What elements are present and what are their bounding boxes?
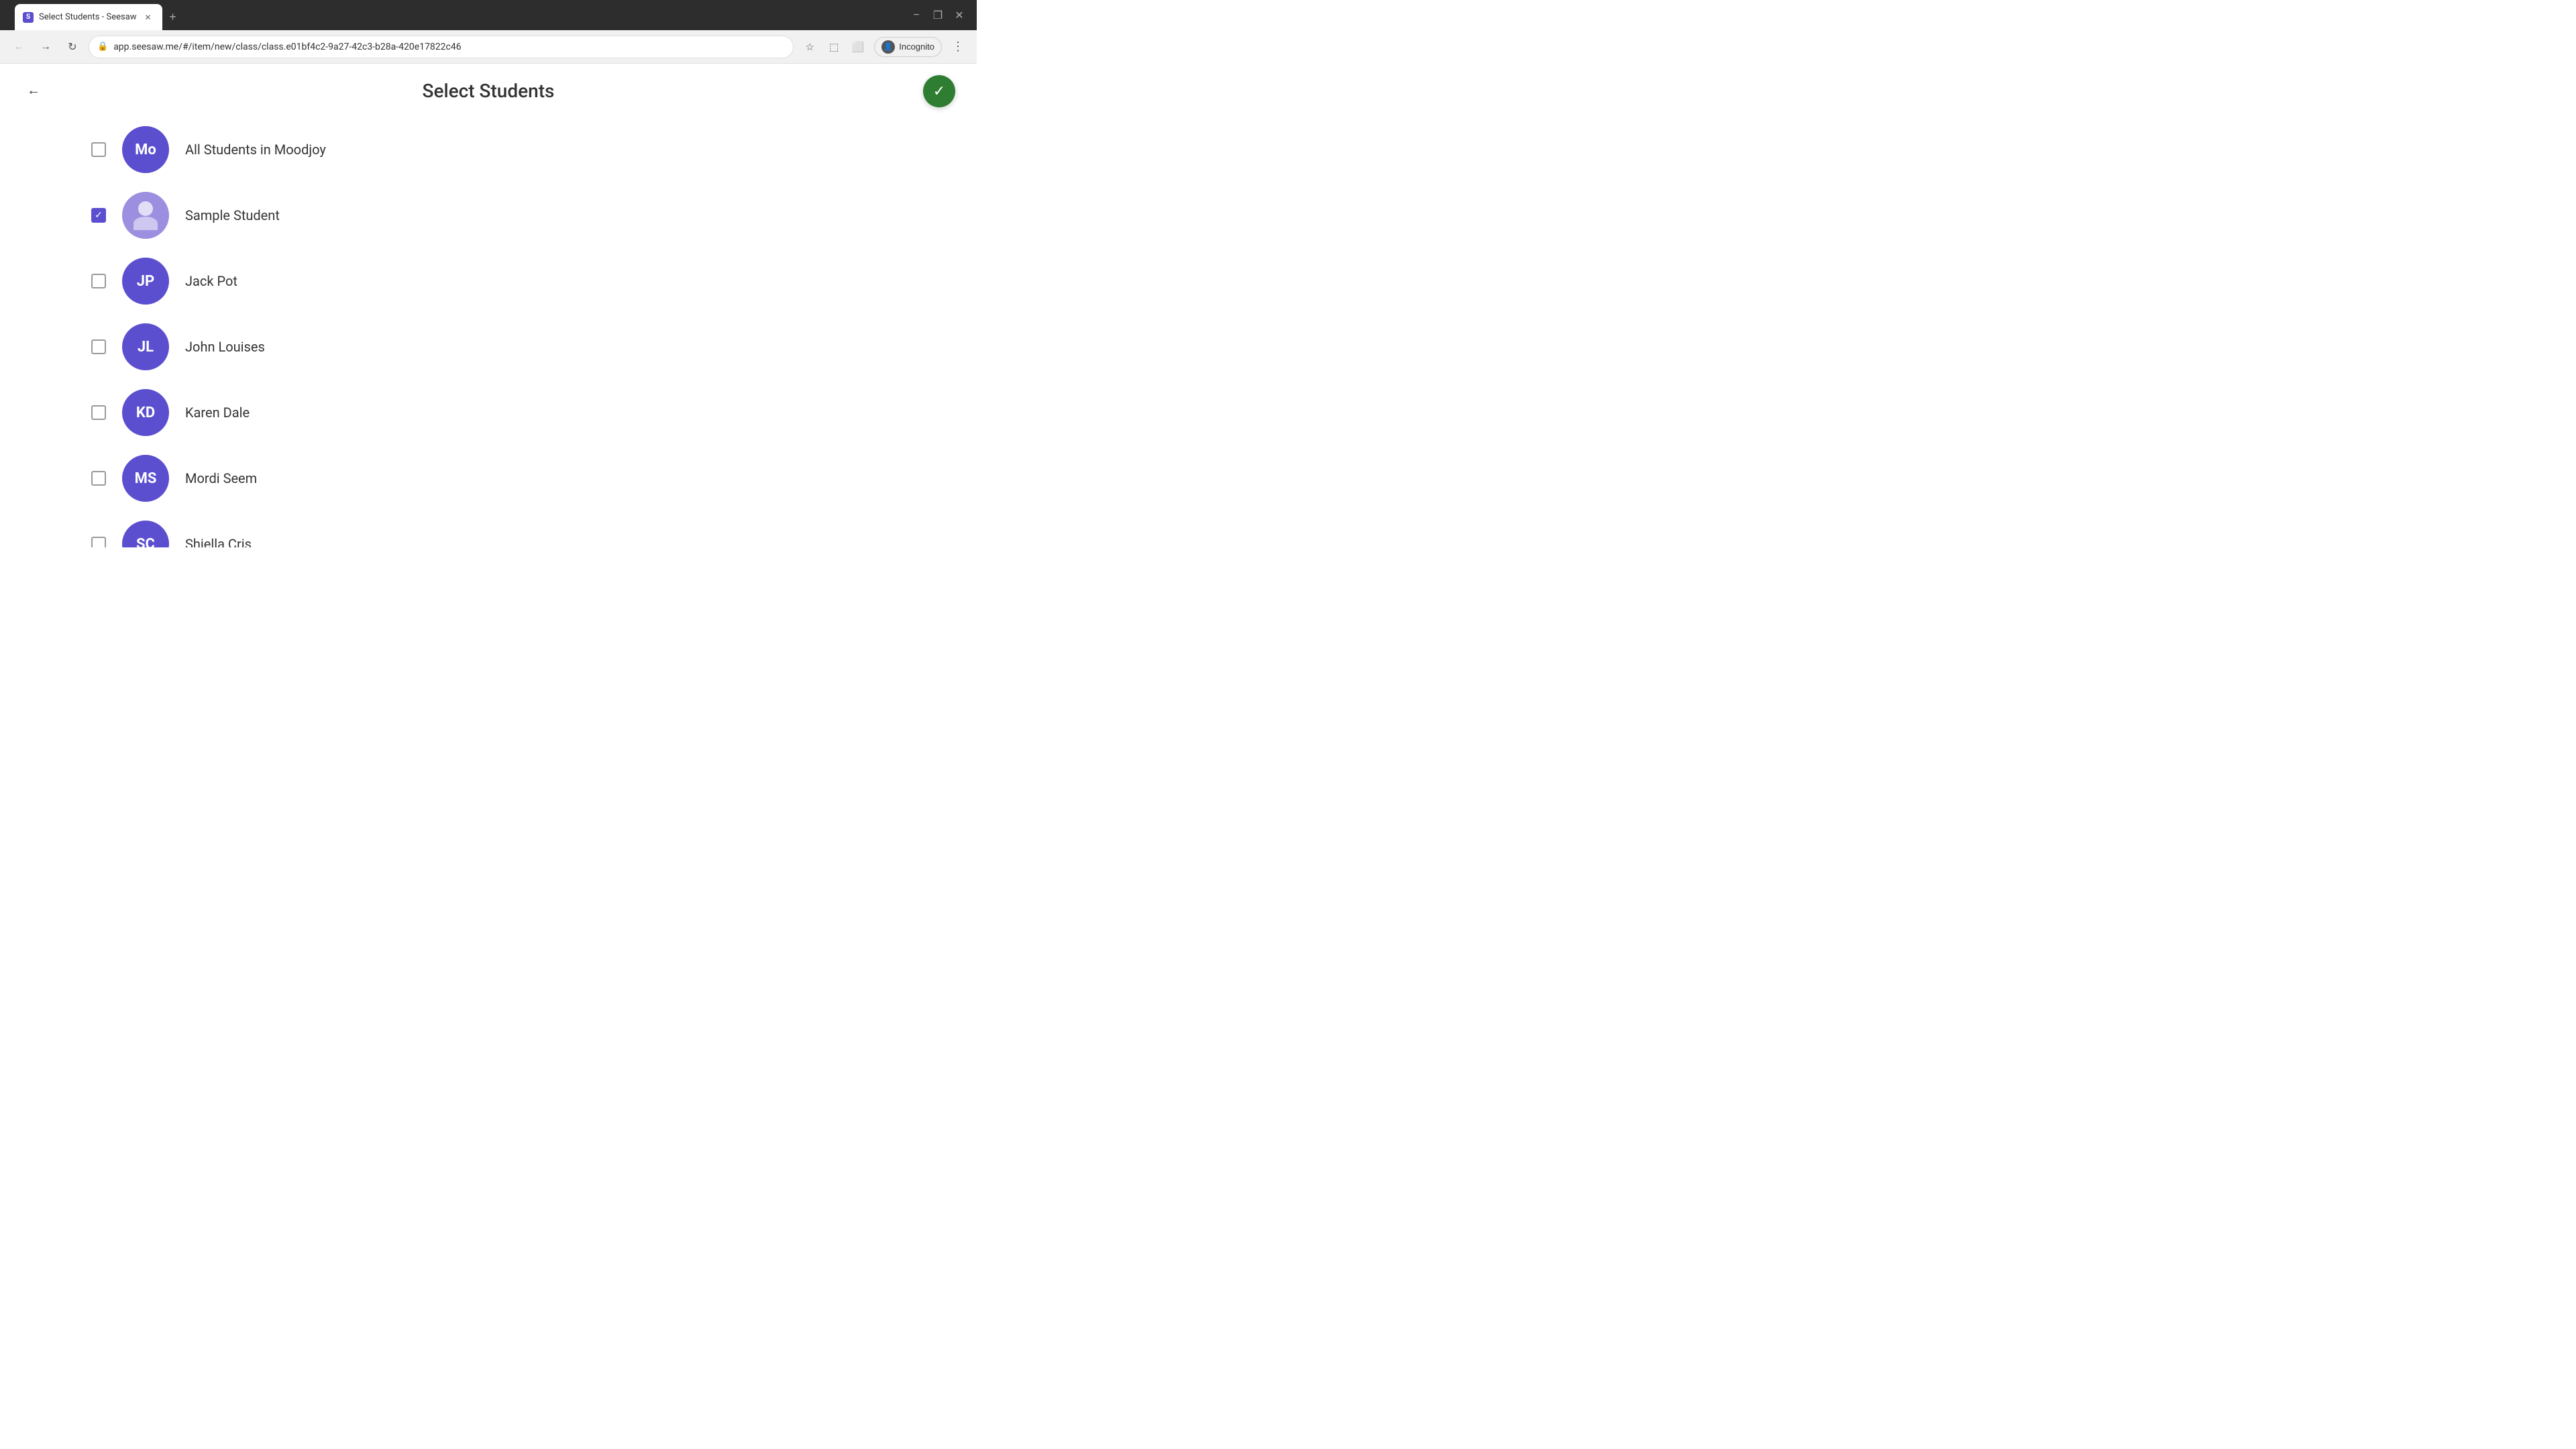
browser-menu-button[interactable]: ⋮ — [947, 36, 969, 58]
student-name: Sample Student — [185, 207, 280, 223]
avatar: KD — [122, 389, 169, 436]
incognito-button[interactable]: 👤 Incognito — [874, 37, 942, 57]
extensions-button[interactable]: ⬚ — [823, 36, 845, 58]
minimize-button[interactable]: − — [907, 6, 926, 25]
list-item[interactable]: JL John Louises — [80, 315, 896, 378]
profiles-button[interactable]: ⬜ — [847, 36, 869, 58]
shiella-cris-checkbox[interactable] — [91, 537, 106, 547]
address-bar[interactable]: 🔒 app.seesaw.me/#/item/new/class/class.e… — [89, 36, 794, 58]
tab-title: Select Students - Seesaw — [39, 12, 137, 22]
student-name: Mordi Seem — [185, 470, 257, 486]
incognito-icon: 👤 — [881, 40, 895, 54]
back-button[interactable]: ← — [21, 79, 46, 103]
lock-icon: 🔒 — [97, 42, 108, 52]
window-controls: − ❐ ✕ — [907, 6, 971, 25]
student-name: John Louises — [185, 339, 265, 355]
new-tab-button[interactable]: + — [164, 8, 182, 27]
avatar: JP — [122, 258, 169, 305]
avatar — [122, 192, 169, 239]
page-content: ← Select Students ✓ Mo All Students in M… — [0, 64, 977, 547]
back-nav-button[interactable]: ← — [8, 36, 30, 58]
tab-favicon: S — [23, 12, 34, 23]
list-item[interactable]: JP Jack Pot — [80, 250, 896, 313]
addr-actions: ☆ ⬚ ⬜ — [799, 36, 869, 58]
all-students-checkbox[interactable] — [91, 142, 106, 157]
student-name: Karen Dale — [185, 405, 250, 421]
student-name: Jack Pot — [185, 273, 237, 289]
address-bar-row: ← → ↻ 🔒 app.seesaw.me/#/item/new/class/c… — [0, 30, 977, 64]
list-item[interactable]: Mo All Students in Moodjoy — [80, 118, 896, 181]
mordi-seem-checkbox[interactable] — [91, 471, 106, 486]
list-item[interactable]: ✓ Sample Student — [80, 184, 896, 247]
forward-nav-button[interactable]: → — [35, 36, 56, 58]
tab-close-button[interactable]: ✕ — [142, 11, 154, 23]
page-title: Select Students — [423, 80, 555, 102]
bookmark-button[interactable]: ☆ — [799, 36, 820, 58]
student-list: Mo All Students in Moodjoy ✓ Sample Stud… — [0, 113, 977, 547]
avatar: JL — [122, 323, 169, 370]
avatar: SC — [122, 521, 169, 547]
tab-bar: S Select Students - Seesaw ✕ + — [15, 0, 903, 30]
jack-pot-checkbox[interactable] — [91, 274, 106, 288]
karen-dale-checkbox[interactable] — [91, 405, 106, 420]
list-item[interactable]: SC Shiella Cris — [80, 513, 896, 547]
confirm-button[interactable]: ✓ — [923, 75, 955, 107]
sample-student-checkbox[interactable]: ✓ — [91, 208, 106, 223]
reload-button[interactable]: ↻ — [62, 36, 83, 58]
avatar: Mo — [122, 126, 169, 173]
browser-chrome: S Select Students - Seesaw ✕ + − ❐ ✕ — [0, 0, 977, 30]
student-name: All Students in Moodjoy — [185, 142, 326, 158]
url-text: app.seesaw.me/#/item/new/class/class.e01… — [113, 42, 785, 52]
close-button[interactable]: ✕ — [950, 6, 969, 25]
john-louises-checkbox[interactable] — [91, 339, 106, 354]
avatar: MS — [122, 455, 169, 502]
list-item[interactable]: KD Karen Dale — [80, 381, 896, 444]
list-item[interactable]: MS Mordi Seem — [80, 447, 896, 510]
active-tab[interactable]: S Select Students - Seesaw ✕ — [15, 4, 162, 30]
page-header: ← Select Students ✓ — [0, 64, 977, 113]
student-name: Shiella Cris — [185, 536, 252, 547]
restore-button[interactable]: ❐ — [928, 6, 947, 25]
